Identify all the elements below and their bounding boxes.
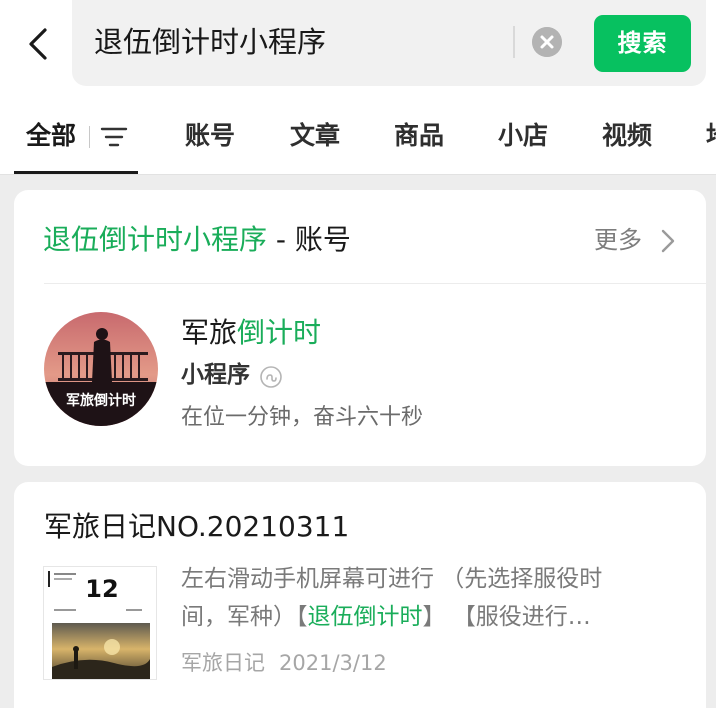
thumbnail-image: 12: [44, 567, 156, 679]
tab-separator: [89, 126, 90, 148]
account-results-card: 退伍倒计时小程序 - 账号 更多 军旅倒计时 军旅倒计时 小程序 在位一分钟，奋…: [14, 190, 706, 466]
clear-icon[interactable]: [532, 27, 562, 57]
watermark-logo: [564, 676, 697, 698]
tab-all[interactable]: 全部: [26, 114, 76, 158]
tab-articles[interactable]: 文章: [290, 114, 340, 158]
search-divider: [513, 26, 515, 58]
tab-bar: 全部 账号 文章 商品 小店 视频 地: [0, 104, 716, 174]
avatar-logo-text: 军旅倒计时: [66, 392, 136, 409]
thumbnail-number: 12: [85, 575, 118, 603]
article-thumbnail[interactable]: 12: [43, 566, 157, 680]
search-button[interactable]: 搜索: [594, 15, 691, 72]
snippet-line-2: 间，军种）【退伍倒计时】 【服役进行…: [181, 598, 681, 636]
tab-products[interactable]: 商品: [394, 114, 444, 158]
account-name[interactable]: 军旅倒计时: [181, 312, 321, 354]
snippet-line-1: 左右滑动手机屏幕可进行 （先选择服役时: [181, 566, 603, 592]
back-arrow-icon[interactable]: [24, 22, 54, 66]
tab-videos[interactable]: 视频: [602, 114, 652, 158]
tab-accounts[interactable]: 账号: [185, 114, 235, 158]
search-box[interactable]: 退伍倒计时小程序 搜索: [72, 0, 706, 86]
section-title-highlight: 退伍倒计时小程序: [43, 223, 268, 256]
article-meta: 军旅日记 2021/3/12: [181, 646, 387, 680]
account-name-plain: 军旅: [181, 316, 238, 349]
tab-more[interactable]: 地: [706, 114, 716, 158]
search-input[interactable]: 退伍倒计时小程序: [94, 20, 326, 64]
snippet-pre: 间，军种）【: [181, 604, 308, 630]
account-description: 在位一分钟，奋斗六十秒: [181, 405, 424, 430]
article-snippet: 左右滑动手机屏幕可进行 （先选择服役时 间，军种）【退伍倒计时】 【服役进行…: [181, 560, 681, 636]
header-divider: [0, 174, 716, 175]
card-divider: [44, 283, 706, 284]
snippet-post: 】 【服役进行…: [422, 604, 591, 630]
article-source: 军旅日记: [181, 651, 265, 675]
more-link[interactable]: 更多: [594, 220, 642, 260]
tab-shops[interactable]: 小店: [498, 114, 548, 158]
account-type: 小程序: [181, 362, 250, 388]
section-title: 退伍倒计时小程序 - 账号: [43, 218, 351, 262]
article-date: 2021/3/12: [279, 651, 387, 675]
snippet-highlight: 退伍倒计时: [307, 604, 423, 630]
avatar[interactable]: 军旅倒计时: [44, 312, 158, 426]
account-name-highlight: 倒计时: [237, 316, 322, 349]
avatar-image: 军旅倒计时: [44, 312, 158, 426]
chevron-right-icon[interactable]: [660, 228, 676, 254]
article-title[interactable]: 军旅日记NO.20210311: [44, 506, 349, 548]
mini-program-icon: [260, 366, 282, 388]
top-bar: 退伍倒计时小程序 搜索 全部 账号 文章 商品 小店 视频 地: [0, 0, 716, 175]
filter-icon[interactable]: [100, 124, 128, 150]
section-title-suffix: - 账号: [267, 223, 351, 256]
